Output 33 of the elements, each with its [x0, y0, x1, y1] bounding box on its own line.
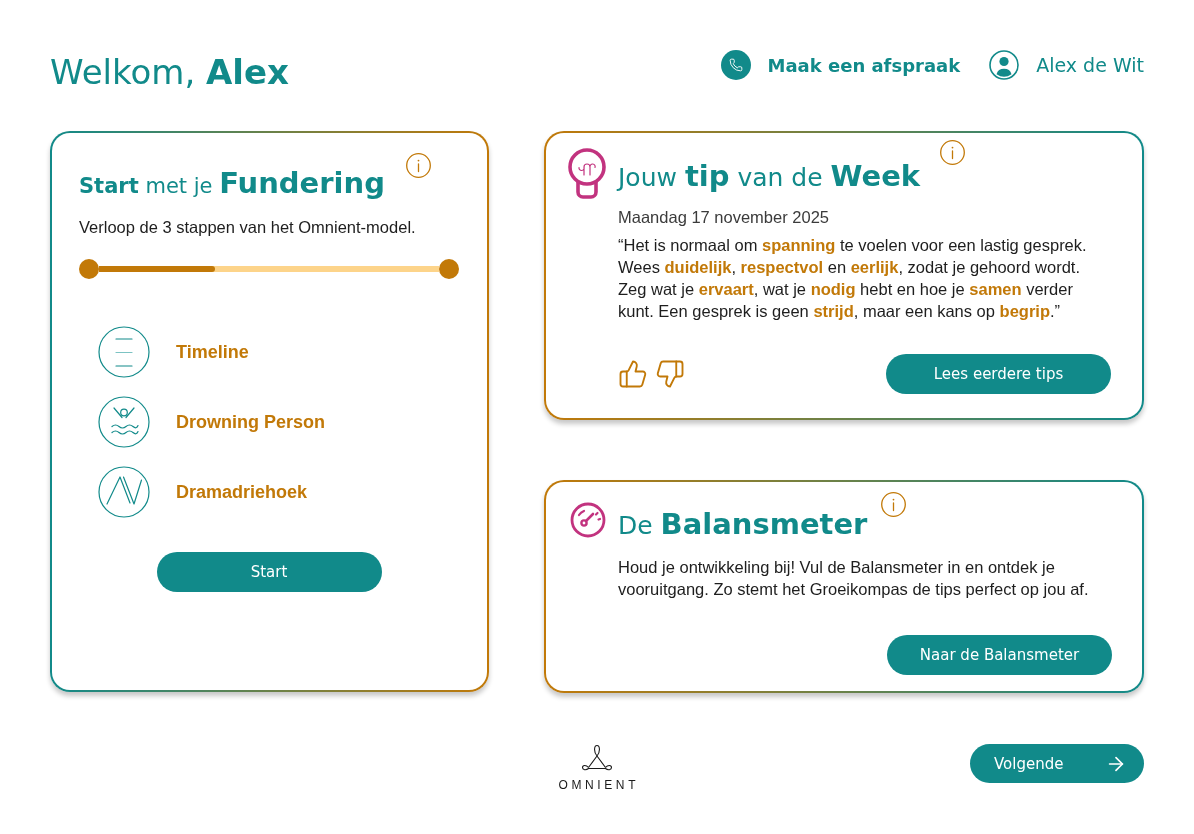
card-title: Jouw tip van de Week — [618, 159, 921, 195]
info-icon[interactable] — [881, 492, 907, 517]
dot-icon — [79, 259, 99, 279]
card-title: Start met je Fundering — [79, 166, 385, 202]
dot-icon — [439, 259, 459, 279]
step-label: Dramadriehoek — [176, 481, 308, 503]
user-icon — [989, 50, 1020, 80]
gauge-icon — [570, 502, 606, 538]
appointment-link[interactable]: Maak een afspraak — [720, 50, 961, 80]
read-tips-button[interactable]: Lees eerdere tips — [886, 354, 1111, 394]
info-icon[interactable] — [405, 153, 431, 178]
info-icon[interactable] — [940, 140, 966, 165]
step-label: Drowning Person — [176, 411, 325, 433]
next-button[interactable]: Volgende — [970, 744, 1144, 783]
card-text: Houd je ontwikkeling bij! Vul de Balansmeter in en ontdek je vooruitgang. Zo stemt het Groeikompas de tips perfect op jou af. — [618, 557, 1090, 600]
thumbs-down-icon[interactable] — [655, 359, 685, 389]
step-label: Timeline — [176, 341, 249, 363]
phone-icon — [720, 50, 751, 80]
start-button[interactable]: Start — [156, 552, 382, 592]
zigzag-icon — [98, 466, 150, 518]
lightbulb-icon — [567, 148, 607, 200]
tip-quote: “Het is normaal om spanning te voelen voor een lastig gesprek. Wees duidelijk, respectvol en eerlijk, zodat je gehoord wordt. Zeg wat je ervaart, wat je nodig hebt en hoe je samen verder kunt. Een gesprek is geen strijd, maar een kans op begrip.” — [618, 235, 1088, 322]
profile-link[interactable]: Alex de Wit — [989, 50, 1144, 80]
tip-date: Maandag 17 november 2025 — [618, 207, 830, 227]
lines-icon — [98, 326, 150, 378]
card-title: De Balansmeter — [618, 507, 868, 543]
logo-icon — [581, 744, 613, 771]
swimmer-icon — [98, 396, 150, 448]
card-subtitle: Verloop de 3 stappen van het Omnient-model. — [79, 217, 417, 237]
balansmeter-button[interactable]: Naar de Balansmeter — [887, 635, 1112, 675]
thumbs-up-icon[interactable] — [618, 359, 648, 389]
logo-text: OMNIENT — [557, 778, 640, 792]
greeting-heading: Welkom, Alex — [50, 51, 289, 94]
